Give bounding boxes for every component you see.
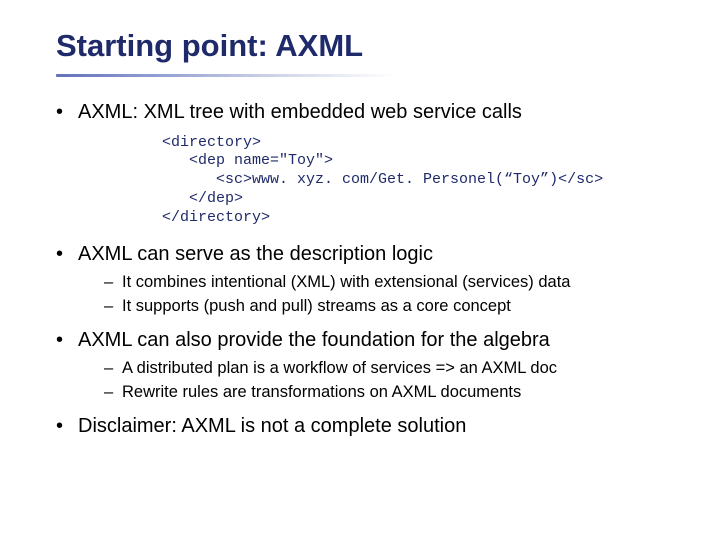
sub-bullet-item: It supports (push and pull) streams as a… [104, 296, 680, 317]
bullet-item: AXML: XML tree with embedded web service… [56, 99, 680, 228]
sub-bullet-item: A distributed plan is a workflow of serv… [104, 358, 680, 379]
sub-bullet-item: It combines intentional (XML) with exten… [104, 272, 680, 293]
sub-bullet-item: Rewrite rules are transformations on AXM… [104, 382, 680, 403]
slide: Starting point: AXML AXML: XML tree with… [0, 0, 720, 470]
bullet-list: AXML: XML tree with embedded web service… [56, 99, 680, 441]
bullet-item: Disclaimer: AXML is not a complete solut… [56, 413, 680, 440]
title-underline [56, 74, 396, 77]
slide-title: Starting point: AXML [56, 28, 680, 64]
bullet-text: AXML can also provide the foundation for… [78, 329, 550, 351]
bullet-text: AXML can serve as the description logic [78, 243, 433, 265]
sub-bullet-list: A distributed plan is a workflow of serv… [104, 358, 680, 403]
bullet-item: AXML can serve as the description logic … [56, 241, 680, 317]
sub-bullet-list: It combines intentional (XML) with exten… [104, 272, 680, 317]
bullet-text: Disclaimer: AXML is not a complete solut… [78, 415, 466, 437]
bullet-text: AXML: XML tree with embedded web service… [78, 101, 522, 123]
code-block: <directory> <dep name="Toy"> <sc>www. xy… [162, 134, 680, 228]
bullet-item: AXML can also provide the foundation for… [56, 327, 680, 403]
